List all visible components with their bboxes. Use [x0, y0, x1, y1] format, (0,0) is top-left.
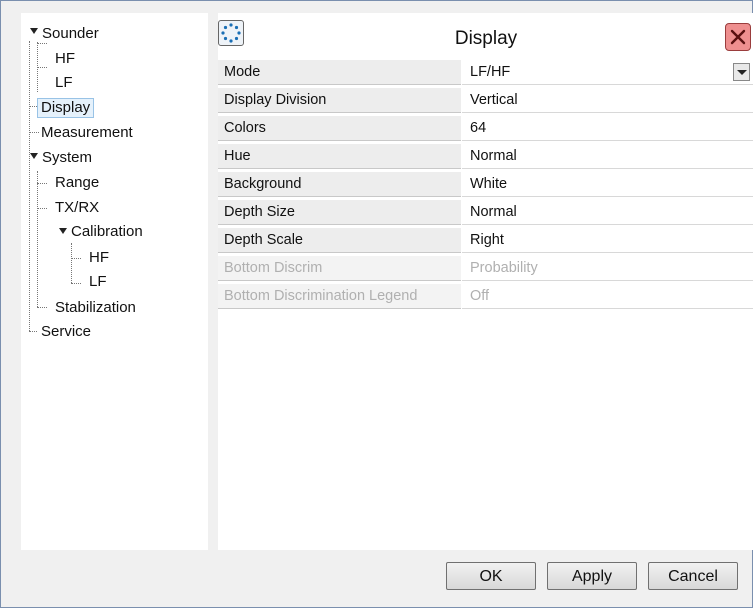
settings-panel: Display Mode LF/HF Display Division Vert…	[218, 13, 753, 550]
row-value[interactable]: Normal	[462, 200, 753, 225]
row-value[interactable]: Right	[462, 228, 753, 253]
row-value[interactable]: Normal	[462, 144, 753, 169]
close-button[interactable]	[725, 23, 751, 51]
table-row: Bottom Discrim Probability	[218, 255, 753, 283]
settings-dialog: Sounder HF LF Display Measurement System…	[0, 0, 753, 608]
tree-item-stabilization[interactable]: Stabilization	[55, 299, 136, 317]
tree-item-sounder-hf[interactable]: HF	[55, 50, 75, 68]
close-icon	[730, 29, 746, 45]
ok-button[interactable]: OK	[446, 562, 536, 590]
row-value: Off	[462, 284, 753, 309]
tree-item-service[interactable]: Service	[41, 323, 91, 341]
tree-item-calibration-hf[interactable]: HF	[89, 249, 109, 267]
tree-item-display[interactable]: Display	[37, 98, 95, 118]
row-label: Display Division	[218, 88, 461, 113]
panel-title: Display	[454, 28, 518, 49]
table-row[interactable]: Colors 64	[218, 115, 753, 143]
row-label: Bottom Discrim	[218, 256, 461, 281]
mode-select[interactable]: LF/HF	[462, 60, 753, 85]
table-row: Bottom Discrimination Legend Off	[218, 283, 753, 311]
cancel-button[interactable]: Cancel	[648, 562, 738, 590]
table-row[interactable]: Hue Normal	[218, 143, 753, 171]
row-label: Hue	[218, 144, 461, 169]
chevron-down-icon[interactable]	[733, 63, 750, 81]
row-label: Colors	[218, 116, 461, 141]
row-label: Depth Size	[218, 200, 461, 225]
apply-button[interactable]: Apply	[547, 562, 637, 590]
tree-item-range[interactable]: Range	[55, 174, 99, 192]
tree-item-calibration-lf[interactable]: LF	[89, 273, 107, 291]
row-label: Background	[218, 172, 461, 197]
row-label: Depth Scale	[218, 228, 461, 253]
table-row[interactable]: Mode LF/HF	[218, 59, 753, 87]
table-row[interactable]: Background White	[218, 171, 753, 199]
table-row[interactable]: Depth Size Normal	[218, 199, 753, 227]
table-row[interactable]: Display Division Vertical	[218, 87, 753, 115]
tree-item-sounder-lf[interactable]: LF	[55, 74, 73, 92]
tree-item-system[interactable]: System	[42, 149, 92, 167]
row-value[interactable]: White	[462, 172, 753, 197]
settings-tree: Sounder HF LF Display Measurement System…	[21, 13, 208, 550]
row-label: Bottom Discrimination Legend	[218, 284, 461, 309]
expand-triangle-icon[interactable]	[30, 28, 38, 34]
tree-item-calibration[interactable]: Calibration	[71, 223, 143, 241]
row-value: Probability	[462, 256, 753, 281]
expand-triangle-icon[interactable]	[59, 228, 67, 234]
table-row[interactable]: Depth Scale Right	[218, 227, 753, 255]
tree-item-sounder[interactable]: Sounder	[42, 25, 99, 43]
expand-triangle-icon[interactable]	[30, 153, 38, 159]
row-label: Mode	[218, 60, 461, 85]
tree-item-measurement[interactable]: Measurement	[41, 124, 133, 142]
row-value[interactable]: Vertical	[462, 88, 753, 113]
tree-item-txrx[interactable]: TX/RX	[55, 199, 99, 217]
row-value[interactable]: 64	[462, 116, 753, 141]
